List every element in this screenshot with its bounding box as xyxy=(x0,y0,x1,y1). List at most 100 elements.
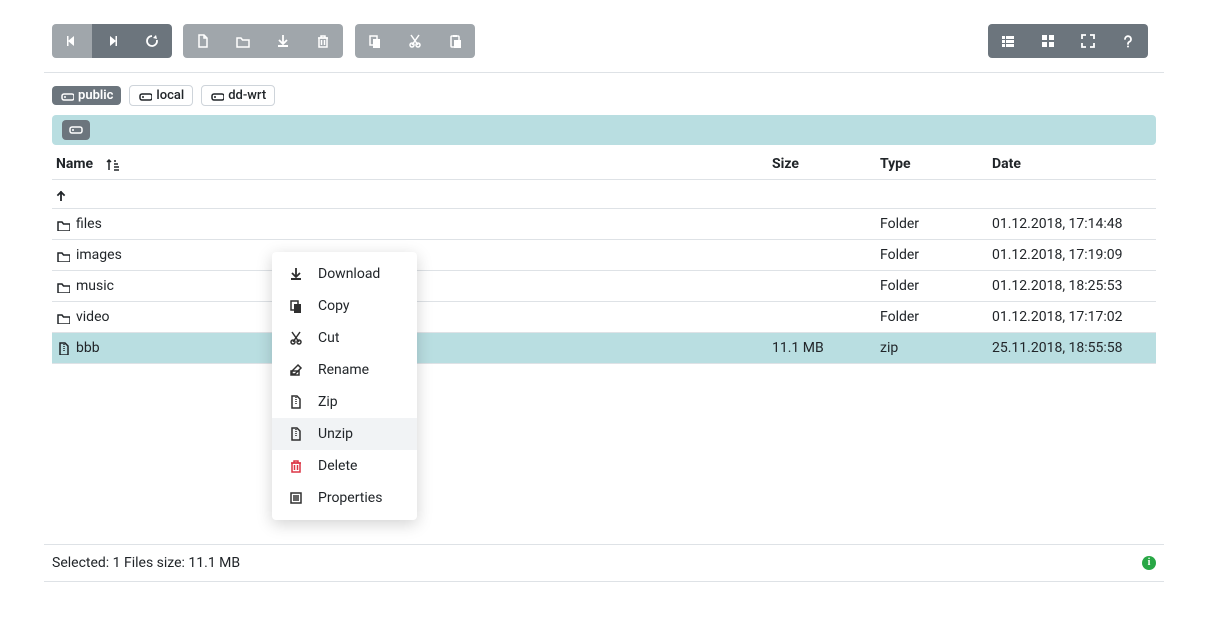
cm-label: Cut xyxy=(318,330,339,346)
cut-icon xyxy=(288,330,304,346)
context-menu: Download Copy Cut Rename Zip Unzip Delete Prope… xyxy=(272,252,417,520)
toolbar-right xyxy=(988,24,1156,58)
col-date-header[interactable]: Date xyxy=(992,156,1152,172)
cm-label: Rename xyxy=(318,362,369,378)
file-size: 11.1 MB xyxy=(772,340,880,356)
cm-delete[interactable]: Delete xyxy=(272,450,417,482)
cut-icon xyxy=(407,33,423,49)
back-icon xyxy=(64,33,80,49)
file-type: Folder xyxy=(880,247,992,263)
cm-label: Properties xyxy=(318,490,382,506)
file-table: Name Size Type Date files Folder 01.12.2… xyxy=(52,149,1156,364)
drive-icon xyxy=(60,89,74,103)
file-date: 01.12.2018, 18:25:53 xyxy=(992,278,1152,294)
cm-label: Unzip xyxy=(318,426,353,442)
file-type: zip xyxy=(880,340,992,356)
refresh-icon xyxy=(144,33,160,49)
col-type-header[interactable]: Type xyxy=(880,156,992,172)
trash-icon xyxy=(288,458,304,474)
up-icon xyxy=(56,187,70,201)
drive-icon xyxy=(210,89,224,103)
file-name: images xyxy=(76,247,122,263)
cm-label: Delete xyxy=(318,458,357,474)
download-icon xyxy=(275,33,291,49)
download-icon xyxy=(288,266,304,282)
file-manager: public local dd-wrt Name Size Type Date fi… xyxy=(32,0,1176,582)
file-name: bbb xyxy=(76,340,100,356)
status-text: Selected: 1 Files size: 11.1 MB xyxy=(52,555,240,571)
nav-refresh-button[interactable] xyxy=(132,24,172,58)
file-type: Folder xyxy=(880,216,992,232)
folder-icon xyxy=(56,217,70,231)
file-row[interactable]: images Folder 01.12.2018, 17:19:09 xyxy=(52,240,1156,271)
fullscreen-button[interactable] xyxy=(1068,24,1108,58)
nav-forward-button[interactable] xyxy=(92,24,132,58)
cm-label: Copy xyxy=(318,298,350,314)
cm-download[interactable]: Download xyxy=(272,258,417,290)
cut-button xyxy=(395,24,435,58)
file-type: Folder xyxy=(880,309,992,325)
cm-zip[interactable]: Zip xyxy=(272,386,417,418)
drive-public[interactable]: public xyxy=(52,86,121,105)
cm-rename[interactable]: Rename xyxy=(272,354,417,386)
zip-icon xyxy=(288,394,304,410)
cm-label: Zip xyxy=(318,394,338,410)
rename-icon xyxy=(288,362,304,378)
toolbar-left xyxy=(52,24,483,58)
list-icon xyxy=(1000,33,1016,49)
folder-icon xyxy=(56,310,70,324)
drive-label: public xyxy=(78,88,113,103)
copy-icon xyxy=(288,298,304,314)
cm-properties[interactable]: Properties xyxy=(272,482,417,514)
paste-icon xyxy=(447,33,463,49)
file-icon xyxy=(195,33,211,49)
row-parent-dir[interactable] xyxy=(52,180,1156,209)
breadcrumb-root[interactable] xyxy=(62,120,90,140)
paste-button xyxy=(435,24,475,58)
cm-label: Download xyxy=(318,266,380,282)
file-row[interactable]: bbb 11.1 MB zip 25.11.2018, 18:55:58 xyxy=(52,333,1156,364)
file-date: 01.12.2018, 17:19:09 xyxy=(992,247,1152,263)
new-file-button xyxy=(183,24,223,58)
file-date: 01.12.2018, 17:14:48 xyxy=(992,216,1152,232)
cm-unzip[interactable]: Unzip xyxy=(272,418,417,450)
drive-local[interactable]: local xyxy=(129,85,193,106)
copy-button xyxy=(355,24,395,58)
download-button xyxy=(263,24,303,58)
copy-icon xyxy=(367,33,383,49)
drive-ddwrt[interactable]: dd-wrt xyxy=(201,85,275,106)
folder-icon xyxy=(235,33,251,49)
file-table-header: Name Size Type Date xyxy=(52,149,1156,180)
file-icon xyxy=(56,341,70,355)
file-row[interactable]: video Folder 01.12.2018, 17:17:02 xyxy=(52,302,1156,333)
new-folder-button xyxy=(223,24,263,58)
file-name: video xyxy=(76,309,110,325)
view-grid-button[interactable] xyxy=(1028,24,1068,58)
file-row[interactable]: files Folder 01.12.2018, 17:14:48 xyxy=(52,209,1156,240)
file-row[interactable]: music Folder 01.12.2018, 18:25:53 xyxy=(52,271,1156,302)
grid-icon xyxy=(1040,33,1056,49)
drive-label: dd-wrt xyxy=(228,88,266,103)
file-date: 25.11.2018, 18:55:58 xyxy=(992,340,1152,356)
cm-copy[interactable]: Copy xyxy=(272,290,417,322)
status-bar: Selected: 1 Files size: 11.1 MB i xyxy=(44,544,1164,582)
col-name-header[interactable]: Name xyxy=(56,156,772,172)
file-date: 01.12.2018, 17:17:02 xyxy=(992,309,1152,325)
folder-icon xyxy=(56,279,70,293)
sort-asc-icon xyxy=(105,157,119,171)
file-name: files xyxy=(76,216,102,232)
toolbar xyxy=(44,24,1164,72)
help-button[interactable] xyxy=(1108,24,1148,58)
delete-button xyxy=(303,24,343,58)
drive-label: local xyxy=(156,88,184,103)
drive-tabs: public local dd-wrt xyxy=(44,73,1164,115)
file-type: Folder xyxy=(880,278,992,294)
trash-icon xyxy=(315,33,331,49)
folder-icon xyxy=(56,248,70,262)
view-list-button[interactable] xyxy=(988,24,1028,58)
cm-cut[interactable]: Cut xyxy=(272,322,417,354)
forward-icon xyxy=(104,33,120,49)
file-name: music xyxy=(76,278,114,294)
info-icon[interactable]: i xyxy=(1142,556,1156,570)
col-size-header[interactable]: Size xyxy=(772,156,880,172)
